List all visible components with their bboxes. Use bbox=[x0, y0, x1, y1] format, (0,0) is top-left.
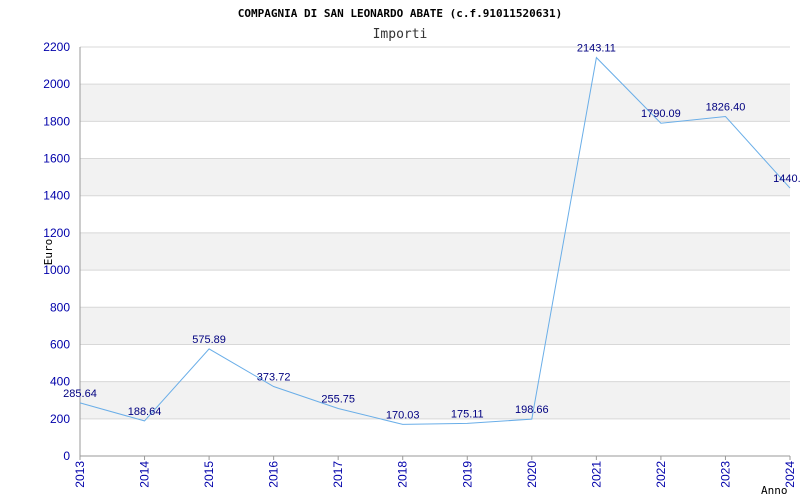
x-tick-label: 2013 bbox=[73, 461, 87, 488]
data-label: 2143.11 bbox=[577, 43, 616, 55]
data-label: 175.11 bbox=[451, 408, 484, 420]
y-tick-label: 0 bbox=[63, 449, 70, 463]
chart-subtitle: Importi bbox=[373, 27, 428, 42]
data-label: 255.75 bbox=[321, 393, 355, 405]
x-tick-label: 2022 bbox=[654, 461, 668, 488]
x-tick-label: 2018 bbox=[396, 461, 410, 488]
y-tick-label: 2000 bbox=[43, 77, 70, 91]
y-tick-label: 200 bbox=[50, 412, 70, 426]
x-tick-labels: 2013 2014 2015 2016 2017 2018 2019 2020 2021 2022… bbox=[73, 456, 797, 488]
plot-bands bbox=[80, 84, 790, 419]
x-tick-label: 2016 bbox=[267, 461, 281, 488]
y-axis-label: Euro bbox=[42, 239, 55, 266]
y-tick-label: 1400 bbox=[43, 189, 70, 203]
data-label: 373.72 bbox=[257, 372, 291, 384]
y-tick-label: 600 bbox=[50, 337, 70, 351]
x-tick-label: 2023 bbox=[718, 461, 732, 488]
y-tick-label: 800 bbox=[50, 300, 70, 314]
data-label: 1826.40 bbox=[706, 101, 746, 113]
data-label: 1790.09 bbox=[641, 108, 681, 120]
data-label: 170.03 bbox=[386, 409, 420, 421]
plot-band bbox=[80, 158, 790, 196]
x-tick-label: 2019 bbox=[460, 461, 474, 488]
plot-band bbox=[80, 84, 790, 122]
x-tick-label: 2020 bbox=[525, 461, 539, 488]
y-tick-label: 1200 bbox=[43, 226, 70, 240]
data-label: 285.64 bbox=[63, 388, 97, 400]
x-tick-label: 2015 bbox=[202, 461, 216, 488]
x-tick-label: 2021 bbox=[589, 461, 603, 488]
plot-band bbox=[80, 307, 790, 345]
x-axis-label: Anno bbox=[761, 484, 788, 497]
plot-band bbox=[80, 381, 790, 419]
y-tick-label: 400 bbox=[50, 375, 70, 389]
y-tick-label: 2200 bbox=[43, 40, 70, 54]
data-label: 198.66 bbox=[515, 404, 549, 416]
data-label: 1440.8 bbox=[773, 173, 800, 185]
y-tick-label: 1600 bbox=[43, 152, 70, 166]
data-label: 188.64 bbox=[128, 406, 162, 418]
chart-title: COMPAGNIA DI SAN LEONARDO ABATE (c.f.910… bbox=[238, 7, 563, 20]
x-tick-label: 2017 bbox=[331, 461, 345, 488]
plot-band bbox=[80, 232, 790, 271]
y-tick-label: 1800 bbox=[43, 114, 70, 128]
x-tick-label: 2014 bbox=[138, 461, 152, 488]
data-label: 575.89 bbox=[192, 334, 226, 346]
chart: COMPAGNIA DI SAN LEONARDO ABATE (c.f.910… bbox=[42, 7, 800, 497]
